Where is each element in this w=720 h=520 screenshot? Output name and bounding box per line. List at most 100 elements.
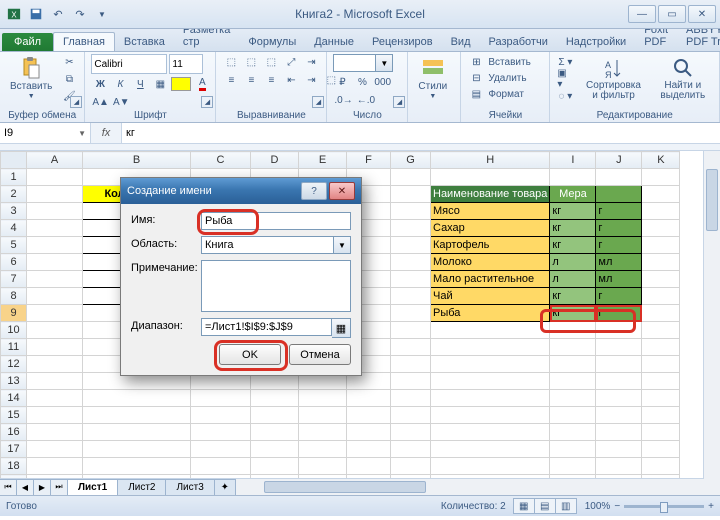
formula-bar[interactable]: кг [122, 123, 720, 143]
cell[interactable] [642, 186, 680, 203]
cell[interactable] [596, 322, 642, 339]
cell[interactable] [391, 288, 431, 305]
sort-filter-button[interactable]: AЯ Сортировка и фильтр [578, 54, 648, 103]
tab-file[interactable]: Файл [2, 33, 53, 51]
orientation-icon[interactable]: ⤢ [282, 54, 300, 70]
zoom-in-icon[interactable]: + [708, 501, 714, 512]
cell[interactable]: кг [550, 237, 596, 254]
cell[interactable] [550, 322, 596, 339]
cell[interactable] [642, 169, 680, 186]
clear-icon[interactable]: ◌ ▾ [556, 88, 574, 104]
cell[interactable] [550, 441, 596, 458]
cell[interactable] [299, 458, 347, 475]
cell[interactable] [251, 407, 299, 424]
cell[interactable] [391, 407, 431, 424]
align-left-icon[interactable]: ≡ [222, 72, 240, 88]
cell[interactable] [596, 458, 642, 475]
cut-icon[interactable]: ✂ [60, 54, 78, 70]
cell[interactable] [391, 220, 431, 237]
cell[interactable] [642, 441, 680, 458]
tab-nav-first-icon[interactable]: ⏮ [0, 479, 17, 496]
ok-button[interactable]: OK [219, 344, 281, 365]
cell[interactable] [431, 424, 550, 441]
cell[interactable] [299, 441, 347, 458]
zoom-control[interactable]: 100% − + [585, 501, 714, 512]
cell[interactable] [431, 441, 550, 458]
cell[interactable] [83, 458, 191, 475]
cell[interactable] [642, 305, 680, 322]
align-bottom-icon[interactable]: ⬚ [262, 54, 280, 70]
format-cells-icon[interactable]: ▤ [467, 86, 485, 102]
col-header[interactable]: C [191, 152, 251, 169]
grow-font-icon[interactable]: A▲ [91, 94, 110, 110]
cell[interactable]: г [596, 203, 642, 220]
cell[interactable] [27, 220, 83, 237]
col-header[interactable]: I [550, 152, 596, 169]
cell[interactable] [642, 339, 680, 356]
cell[interactable] [642, 356, 680, 373]
cell[interactable] [391, 356, 431, 373]
cell[interactable] [642, 237, 680, 254]
cell[interactable] [431, 407, 550, 424]
cancel-button[interactable]: Отмена [289, 344, 351, 365]
tab-review[interactable]: Рецензиров [363, 33, 442, 51]
percent-icon[interactable]: % [353, 74, 371, 90]
cell[interactable] [27, 288, 83, 305]
row-header[interactable]: 8 [1, 288, 27, 305]
comma-icon[interactable]: 000 [373, 74, 392, 90]
cell[interactable] [251, 458, 299, 475]
cell[interactable]: Картофель [431, 237, 550, 254]
cell[interactable] [642, 288, 680, 305]
cell[interactable] [391, 373, 431, 390]
col-header[interactable]: H [431, 152, 550, 169]
cell[interactable] [391, 271, 431, 288]
cell[interactable] [550, 373, 596, 390]
cell[interactable] [27, 356, 83, 373]
cell[interactable] [391, 339, 431, 356]
paste-button[interactable]: Вставить ▼ [6, 54, 56, 102]
cell[interactable] [191, 424, 251, 441]
cell[interactable] [299, 407, 347, 424]
cell[interactable] [550, 390, 596, 407]
cell[interactable] [431, 373, 550, 390]
cell[interactable] [596, 424, 642, 441]
cell[interactable]: Рыба [431, 305, 550, 322]
cell[interactable]: Чай [431, 288, 550, 305]
cell[interactable] [391, 441, 431, 458]
cell[interactable] [391, 254, 431, 271]
cell[interactable] [27, 407, 83, 424]
cell[interactable] [391, 390, 431, 407]
cell[interactable] [83, 424, 191, 441]
cell[interactable] [596, 407, 642, 424]
fx-icon[interactable]: fx [91, 123, 122, 143]
cell[interactable] [27, 322, 83, 339]
row-header[interactable]: 6 [1, 254, 27, 271]
cell[interactable] [550, 458, 596, 475]
cell[interactable] [642, 203, 680, 220]
cell[interactable] [27, 203, 83, 220]
number-format-combo[interactable]: ▼ [333, 54, 393, 72]
shrink-font-icon[interactable]: A▼ [112, 94, 131, 110]
row-header[interactable]: 16 [1, 424, 27, 441]
insert-cells-icon[interactable]: ⊞ [467, 54, 485, 70]
cell[interactable]: Молоко [431, 254, 550, 271]
tab-developer[interactable]: Разработчи [480, 33, 557, 51]
find-select-button[interactable]: Найти и выделить [653, 54, 713, 103]
horizontal-scrollbar[interactable] [244, 481, 688, 493]
delete-cells-button[interactable]: Удалить [487, 70, 527, 86]
cell[interactable] [27, 186, 83, 203]
row-header[interactable]: 14 [1, 390, 27, 407]
styles-button[interactable]: Стили▼ [414, 54, 451, 102]
cell[interactable] [191, 407, 251, 424]
row-header[interactable]: 1 [1, 169, 27, 186]
copy-icon[interactable]: ⧉ [60, 71, 78, 87]
align-center-icon[interactable]: ≡ [242, 72, 260, 88]
row-header[interactable]: 2 [1, 186, 27, 203]
sheet-tab-2[interactable]: Лист2 [117, 479, 166, 495]
cell[interactable] [251, 424, 299, 441]
cell[interactable] [642, 254, 680, 271]
cell[interactable] [191, 390, 251, 407]
col-header[interactable]: A [27, 152, 83, 169]
insert-cells-button[interactable]: Вставить [487, 54, 531, 70]
dialog-close-icon[interactable]: ✕ [329, 182, 355, 200]
